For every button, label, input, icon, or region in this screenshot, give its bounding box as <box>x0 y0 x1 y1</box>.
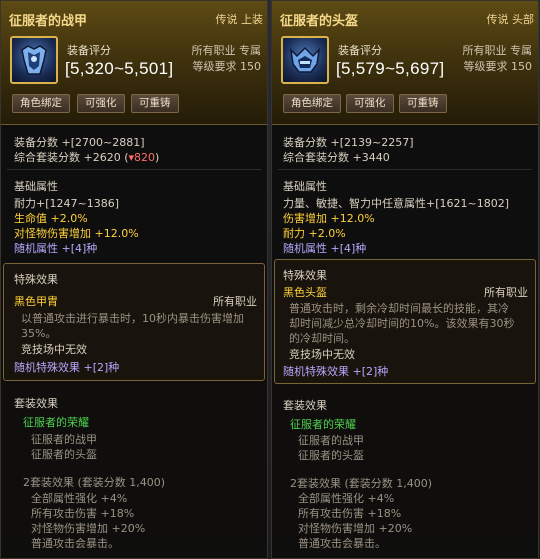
divider <box>7 169 261 170</box>
special-job: 所有职业 <box>484 286 528 299</box>
item-title: 征服者的头盔 <box>280 14 359 29</box>
set-title: 套装效果 <box>283 399 327 412</box>
base-attr: 伤害增加 +12.0% <box>283 212 375 225</box>
armor-icon <box>10 36 58 84</box>
set-item: 征服者的战甲 <box>298 434 364 447</box>
special-title: 特殊效果 <box>14 273 58 286</box>
special-job: 所有职业 <box>213 295 257 308</box>
base-attr: 对怪物伤害增加 +12.0% <box>14 227 139 240</box>
special-desc: 以普通攻击进行暴击时，10秒内暴击伤害增加 <box>21 312 244 325</box>
base-attr: 耐力+[1247~1386] <box>14 197 120 210</box>
job-restriction: 所有职业 专属 <box>191 44 262 57</box>
set-bonus: 全部属性强化 +4% <box>31 492 128 505</box>
enhance-button[interactable]: 可强化 <box>77 94 125 113</box>
special-desc: 35%。 <box>21 327 57 340</box>
base-attr-title: 基础属性 <box>14 180 58 193</box>
level-requirement: 等级要求 150 <box>192 60 262 73</box>
set-bonus: 普通攻击会暴击。 <box>298 537 386 550</box>
set-name: 征服者的荣耀 <box>23 416 89 429</box>
special-desc: 的冷却时间。 <box>289 332 355 345</box>
bind-button[interactable]: 角色绑定 <box>12 94 70 113</box>
set-bonus: 对怪物伤害增加 +20% <box>298 522 413 535</box>
random-attr: 随机属性 +[4]种 <box>14 242 98 255</box>
score-label: 装备评分 <box>67 44 111 57</box>
score-delta: ▾820 <box>128 151 156 164</box>
tooltip-header: 征服者的头盔 传说 头部 装备评分 [5,579~5,697] 所有职业 专属 … <box>272 1 538 125</box>
set-bonus: 对怪物伤害增加 +20% <box>31 522 146 535</box>
enhance-button[interactable]: 可强化 <box>346 94 394 113</box>
special-pvp: 竞技场中无效 <box>289 348 355 361</box>
random-attr: 随机属性 +[4]种 <box>283 242 367 255</box>
special-desc: 普通攻击时，剩余冷却时间最长的技能，其冷 <box>289 302 509 315</box>
special-title: 特殊效果 <box>283 269 327 282</box>
set-bonus: 所有攻击伤害 +18% <box>31 507 135 520</box>
helmet-icon <box>281 36 329 84</box>
tooltip-header: 征服者的战甲 传说 上装 装备评分 [5,320~5,501] 所有职业 专属 … <box>1 1 267 125</box>
special-pvp: 竞技场中无效 <box>21 343 87 356</box>
item-title: 征服者的战甲 <box>9 14 88 29</box>
job-restriction: 所有职业 专属 <box>462 44 533 57</box>
base-attr: 生命值 +2.0% <box>14 212 88 225</box>
set-item: 征服者的头盔 <box>31 448 97 461</box>
equip-score: 装备分数 +[2139~2257] <box>283 136 414 149</box>
reforge-button[interactable]: 可重铸 <box>399 94 447 113</box>
score-label: 装备评分 <box>338 44 382 57</box>
bind-button[interactable]: 角色绑定 <box>283 94 341 113</box>
set-item: 征服者的头盔 <box>298 449 364 462</box>
set-title: 套装效果 <box>14 397 58 410</box>
score-value: [5,320~5,501] <box>65 59 174 78</box>
base-attr: 耐力 +2.0% <box>283 227 346 240</box>
set-bonus: 普通攻击会暴击。 <box>31 537 119 550</box>
armor-tooltip: 征服者的战甲 传说 上装 装备评分 [5,320~5,501] 所有职业 专属 … <box>0 0 268 559</box>
special-random: 随机特殊效果 +[2]种 <box>283 365 389 378</box>
reforge-button[interactable]: 可重铸 <box>131 94 179 113</box>
level-requirement: 等级要求 150 <box>463 60 533 73</box>
special-desc: 却时间减少总冷却时间的10%。该效果有30秒 <box>289 317 515 330</box>
item-rarity: 传说 上装 <box>215 13 264 26</box>
set-name: 征服者的荣耀 <box>290 418 356 431</box>
set-score: 综合套装分数 +3440 <box>283 151 390 164</box>
special-name: 黑色甲胄 <box>14 295 58 308</box>
set-item: 征服者的战甲 <box>31 433 97 446</box>
set-bonus-title: 2套装效果 (套装分数 1,400) <box>23 476 166 489</box>
equip-score: 装备分数 +[2700~2881] <box>14 136 145 149</box>
set-bonus: 所有攻击伤害 +18% <box>298 507 402 520</box>
score-value: [5,579~5,697] <box>336 59 445 78</box>
set-bonus-title: 2套装效果 (套装分数 1,400) <box>290 477 433 490</box>
item-rarity: 传说 头部 <box>486 13 535 26</box>
special-name: 黑色头盔 <box>283 286 327 299</box>
divider <box>278 169 532 170</box>
base-attr: 力量、敏捷、智力中任意属性+[1621~1802] <box>283 197 510 210</box>
special-random: 随机特殊效果 +[2]种 <box>14 361 120 374</box>
base-attr-title: 基础属性 <box>283 180 327 193</box>
set-bonus: 全部属性强化 +4% <box>298 492 395 505</box>
set-score: 综合套装分数 +2620 (▾820) <box>14 151 160 164</box>
helmet-tooltip: 征服者的头盔 传说 头部 装备评分 [5,579~5,697] 所有职业 专属 … <box>271 0 539 559</box>
